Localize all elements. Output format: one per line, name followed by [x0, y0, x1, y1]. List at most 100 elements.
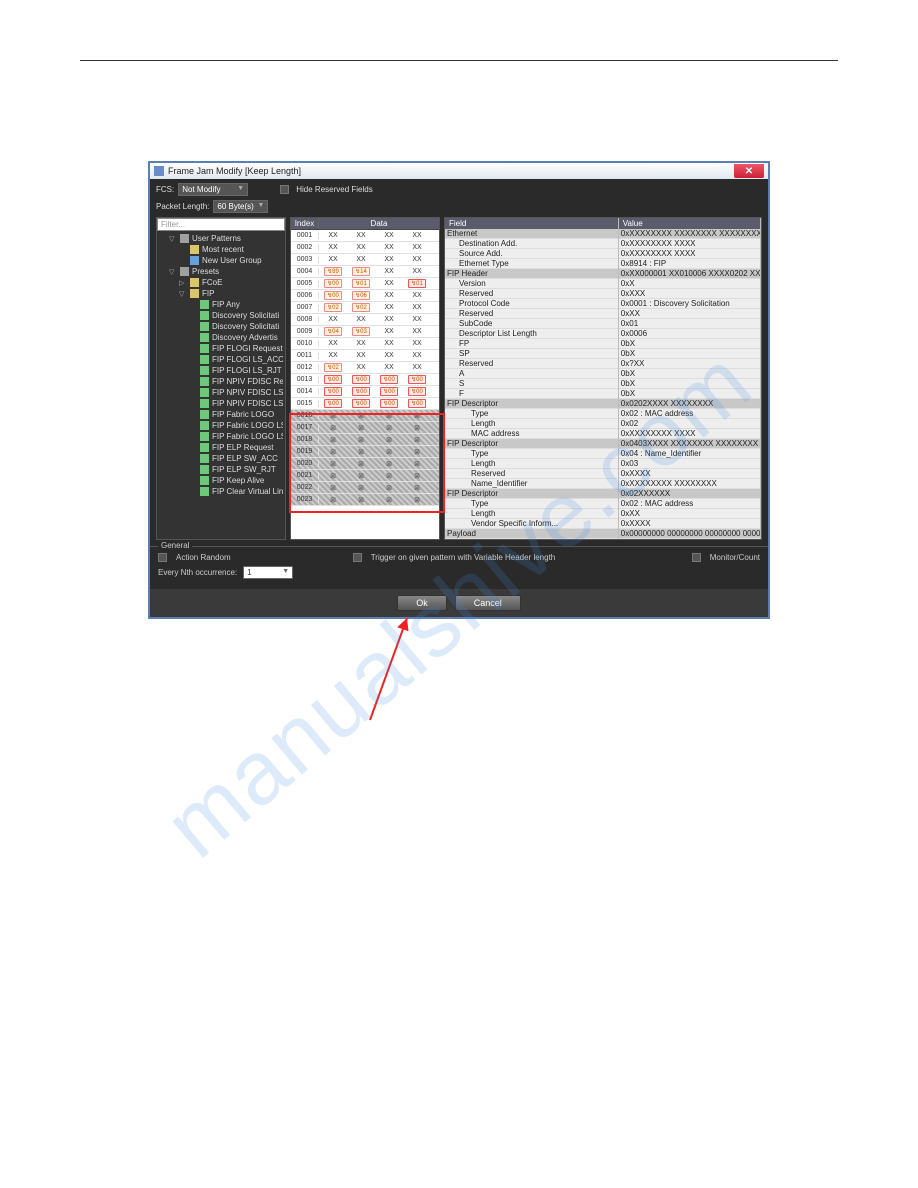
field-name[interactable]: FIP Descriptor	[445, 399, 618, 409]
hex-rows[interactable]: 0001XXXXXXXX0002XXXXXXXX0003XXXXXXXX0004…	[291, 230, 439, 506]
field-value[interactable]: 0x0403XXXX XXXXXXXX XXXXXXXX	[619, 439, 760, 449]
field-value[interactable]: 0x02XXXXXX	[619, 489, 760, 499]
field-value[interactable]: 0xXXXX	[619, 469, 760, 479]
field-value[interactable]: 0x03	[619, 459, 760, 469]
field-value[interactable]: 0bX	[619, 389, 760, 399]
field-value[interactable]: 0x8914 : FIP	[619, 259, 760, 269]
field-value[interactable]: 0x02 : MAC address	[619, 499, 760, 509]
field-value[interactable]: 0xX	[619, 279, 760, 289]
field-value[interactable]: 0x02	[619, 419, 760, 429]
field-name[interactable]: Type	[445, 449, 618, 459]
tree-item[interactable]: FIP NPIV FDISC Req	[159, 376, 283, 387]
field-value[interactable]: 0xXX000001 XX010006 XXXX0202 XXXX...	[619, 269, 760, 279]
field-name[interactable]: Descriptor List Length	[445, 329, 618, 339]
tree-item[interactable]: FIP FLOGI Request	[159, 343, 283, 354]
monitor-checkbox[interactable]	[692, 553, 701, 562]
field-value[interactable]: 0x0006	[619, 329, 760, 339]
field-name[interactable]: S	[445, 379, 618, 389]
field-value[interactable]: 0bX	[619, 369, 760, 379]
field-name[interactable]: Vendor Specific Inform...	[445, 519, 618, 529]
hex-row[interactable]: 0006↯00↯06XXXX	[291, 290, 439, 302]
hex-row[interactable]: 0010XXXXXXXX	[291, 338, 439, 350]
field-name[interactable]: MAC address	[445, 429, 618, 439]
field-value[interactable]: 0xXXXXXXXX XXXXXXXX XXXXXXXX 8914	[619, 229, 760, 239]
tree-item[interactable]: Most recent	[159, 244, 283, 255]
tree-item[interactable]: FIP FLOGI LS_ACC	[159, 354, 283, 365]
hex-row[interactable]: 0018⊠⊠⊠⊠	[291, 434, 439, 446]
tree-item[interactable]: ▽User Patterns	[159, 233, 283, 244]
tree-item[interactable]: Discovery Advertis	[159, 332, 283, 343]
hex-row[interactable]: 0008XXXXXXXX	[291, 314, 439, 326]
fcs-select[interactable]: Not Modify▼	[178, 183, 248, 196]
field-name[interactable]: Reserved	[445, 469, 618, 479]
hex-row[interactable]: 0015↯00↯00↯00↯00	[291, 398, 439, 410]
field-value[interactable]: 0x?XX	[619, 359, 760, 369]
hex-row[interactable]: 0021⊠⊠⊠⊠	[291, 470, 439, 482]
hex-row[interactable]: 0017⊠⊠⊠⊠	[291, 422, 439, 434]
tree-item[interactable]: FIP ELP Request	[159, 442, 283, 453]
field-name[interactable]: Version	[445, 279, 618, 289]
field-name[interactable]: FP	[445, 339, 618, 349]
cancel-button[interactable]: Cancel	[455, 595, 521, 611]
field-name[interactable]: Destination Add.	[445, 239, 618, 249]
field-value[interactable]: 0bX	[619, 349, 760, 359]
hex-row[interactable]: 0013↯00↯00↯00↯00	[291, 374, 439, 386]
field-name[interactable]: Name_Identifier	[445, 479, 618, 489]
hex-row[interactable]: 0004↯89↯14XXXX	[291, 266, 439, 278]
field-name[interactable]: A	[445, 369, 618, 379]
tree-item[interactable]: Discovery Solicitati	[159, 310, 283, 321]
field-name[interactable]: SubCode	[445, 319, 618, 329]
field-name[interactable]: Type	[445, 499, 618, 509]
field-name[interactable]: Ethernet	[445, 229, 618, 239]
field-name[interactable]: Length	[445, 509, 618, 519]
field-name[interactable]: FIP Descriptor	[445, 439, 618, 449]
field-name[interactable]: Length	[445, 459, 618, 469]
trigger-checkbox[interactable]	[353, 553, 362, 562]
every-nth-select[interactable]: 1▼	[243, 566, 293, 579]
field-name[interactable]: Reserved	[445, 359, 618, 369]
field-name[interactable]: Payload	[445, 529, 618, 539]
field-value[interactable]: 0x02 : MAC address	[619, 409, 760, 419]
field-value[interactable]: 0xXX	[619, 309, 760, 319]
tree-item[interactable]: FIP NPIV FDISC LS_	[159, 398, 283, 409]
hex-row[interactable]: 0012↯02XXXXXX	[291, 362, 439, 374]
field-value[interactable]: 0x0202XXXX XXXXXXXX	[619, 399, 760, 409]
field-value[interactable]: 0bX	[619, 339, 760, 349]
tree-item[interactable]: FIP Fabric LOGO LS	[159, 431, 283, 442]
hex-row[interactable]: 0022⊠⊠⊠⊠	[291, 482, 439, 494]
field-name[interactable]: Ethernet Type	[445, 259, 618, 269]
field-value[interactable]: 0xXXXXXXXX XXXX	[619, 249, 760, 259]
close-button[interactable]: ✕	[734, 164, 764, 178]
hex-row[interactable]: 0002XXXXXXXX	[291, 242, 439, 254]
field-value[interactable]: 0xXX	[619, 509, 760, 519]
hex-row[interactable]: 0016⊠⊠⊠⊠	[291, 410, 439, 422]
field-value[interactable]: 0xXXX	[619, 289, 760, 299]
field-value[interactable]: 0x04 : Name_Identifier	[619, 449, 760, 459]
hex-row[interactable]: 0019⊠⊠⊠⊠	[291, 446, 439, 458]
hex-row[interactable]: 0005↯00↯01XX↯01	[291, 278, 439, 290]
field-value[interactable]: 0x0001 : Discovery Solicitation	[619, 299, 760, 309]
field-value[interactable]: 0xXXXXXXXX XXXXXXXX	[619, 479, 760, 489]
tree-item[interactable]: FIP NPIV FDISC LS_	[159, 387, 283, 398]
tree-item[interactable]: FIP Keep Alive	[159, 475, 283, 486]
field-value[interactable]: 0xXXXXXXXX XXXX	[619, 429, 760, 439]
packet-length-select[interactable]: 60 Byte(s)▼	[213, 200, 268, 213]
hex-row[interactable]: 0003XXXXXXXX	[291, 254, 439, 266]
hide-reserved-checkbox[interactable]	[280, 185, 289, 194]
field-name[interactable]: F	[445, 389, 618, 399]
field-values[interactable]: 0xXXXXXXXX XXXXXXXX XXXXXXXX 8914 0xXXXXX…	[619, 229, 760, 539]
hex-row[interactable]: 0001XXXXXXXX	[291, 230, 439, 242]
hex-row[interactable]: 0014↯00↯00↯00↯00	[291, 386, 439, 398]
hex-row[interactable]: 0023⊠⊠⊠⊠	[291, 494, 439, 506]
tree-item[interactable]: FIP ELP SW_ACC	[159, 453, 283, 464]
tree-item[interactable]: FIP Clear Virtual Lin	[159, 486, 283, 497]
tree-item[interactable]: FIP FLOGI LS_RJT	[159, 365, 283, 376]
tree-item[interactable]: ▽Presets	[159, 266, 283, 277]
field-name[interactable]: FIP Header	[445, 269, 618, 279]
ok-button[interactable]: Ok	[397, 595, 447, 611]
field-name[interactable]: Reserved	[445, 309, 618, 319]
field-name[interactable]: Length	[445, 419, 618, 429]
tree-item[interactable]: FIP ELP SW_RJT	[159, 464, 283, 475]
field-value[interactable]: 0bX	[619, 379, 760, 389]
field-name[interactable]: SP	[445, 349, 618, 359]
